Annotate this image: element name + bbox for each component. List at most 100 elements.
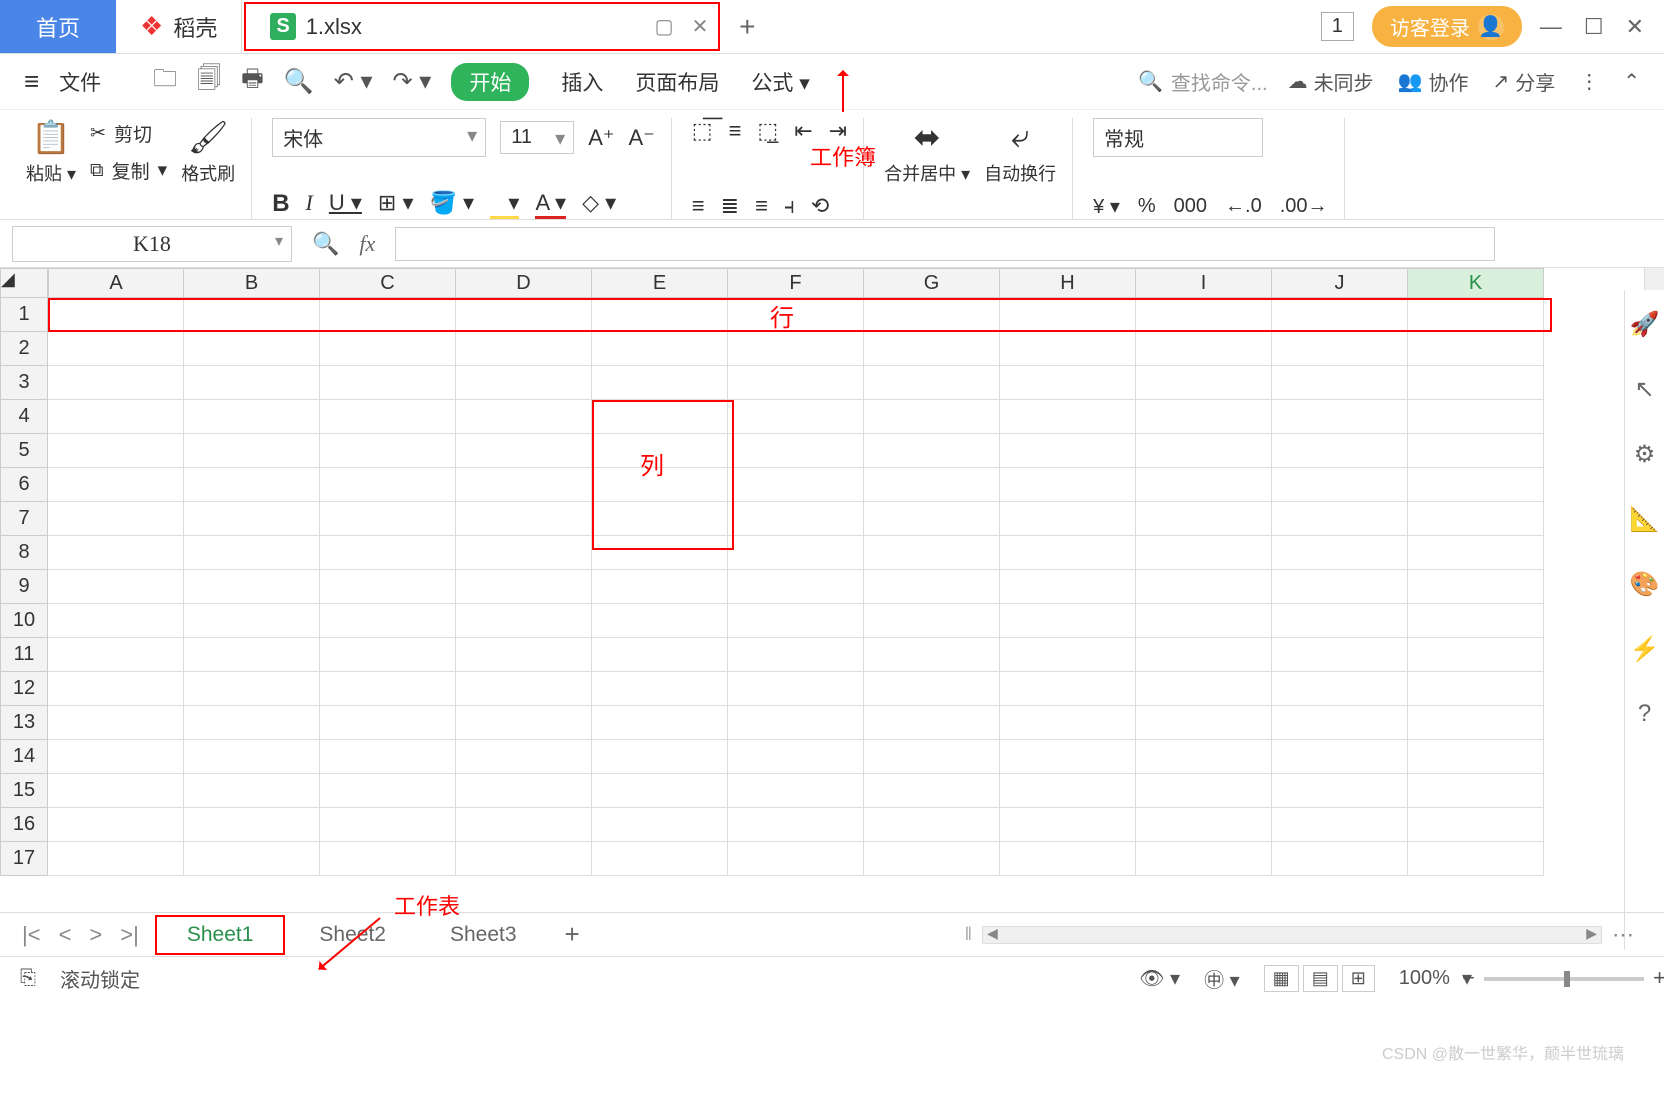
- eye-icon[interactable]: 👁 ▾: [1139, 966, 1180, 991]
- cell[interactable]: [864, 468, 1000, 502]
- cell[interactable]: [1136, 366, 1272, 400]
- cell[interactable]: [184, 570, 320, 604]
- cell[interactable]: [592, 638, 728, 672]
- add-tab-button[interactable]: +: [722, 0, 772, 53]
- name-box[interactable]: K18: [12, 226, 292, 262]
- cell[interactable]: [184, 638, 320, 672]
- thousands-button[interactable]: 000: [1174, 195, 1207, 218]
- cell[interactable]: [48, 468, 184, 502]
- cell[interactable]: [1000, 638, 1136, 672]
- cut-button[interactable]: ✂剪切: [90, 120, 167, 147]
- cell[interactable]: [320, 774, 456, 808]
- align-center-icon[interactable]: ≣: [721, 193, 739, 219]
- cell[interactable]: [864, 638, 1000, 672]
- cell[interactable]: [728, 638, 864, 672]
- zoom-control[interactable]: 100% ▾: [1399, 966, 1644, 991]
- cell[interactable]: [456, 434, 592, 468]
- cell[interactable]: [1408, 400, 1544, 434]
- cell[interactable]: [184, 672, 320, 706]
- cell[interactable]: [456, 740, 592, 774]
- cell[interactable]: [184, 536, 320, 570]
- cell[interactable]: [48, 706, 184, 740]
- cell[interactable]: [456, 774, 592, 808]
- cell[interactable]: [1272, 366, 1408, 400]
- cell[interactable]: [456, 570, 592, 604]
- js-icon[interactable]: ⎘: [20, 967, 36, 990]
- cell[interactable]: [1136, 298, 1272, 332]
- column-header-C[interactable]: C: [320, 268, 456, 298]
- row-header-11[interactable]: 11: [0, 638, 48, 672]
- wrap-text-button[interactable]: ⤶自动换行: [984, 118, 1056, 186]
- row-header-1[interactable]: 1: [0, 298, 48, 332]
- cell[interactable]: [1000, 536, 1136, 570]
- cell[interactable]: [1408, 332, 1544, 366]
- sheet-tab-2[interactable]: Sheet2: [289, 917, 416, 953]
- cell[interactable]: [728, 842, 864, 876]
- cell[interactable]: [456, 332, 592, 366]
- cell[interactable]: [48, 536, 184, 570]
- cell[interactable]: [456, 400, 592, 434]
- maximize-icon[interactable]: ☐: [1584, 14, 1604, 40]
- cell[interactable]: [1272, 468, 1408, 502]
- zoom-slider[interactable]: [1484, 977, 1644, 981]
- cell[interactable]: [592, 332, 728, 366]
- cell[interactable]: [1408, 570, 1544, 604]
- select-all-corner[interactable]: ◢: [0, 268, 48, 298]
- cell[interactable]: [320, 842, 456, 876]
- cell[interactable]: [456, 638, 592, 672]
- cell[interactable]: [1272, 434, 1408, 468]
- menu-formula[interactable]: 公式 ▾: [751, 67, 809, 97]
- cell[interactable]: [864, 298, 1000, 332]
- percent-button[interactable]: %: [1138, 195, 1156, 218]
- cell[interactable]: [1272, 774, 1408, 808]
- font-color-button[interactable]: A ▾: [535, 190, 566, 219]
- column-header-A[interactable]: A: [48, 268, 184, 298]
- cell[interactable]: [728, 400, 864, 434]
- collab-button[interactable]: 👥协作: [1398, 67, 1469, 96]
- cell[interactable]: [728, 468, 864, 502]
- format-painter-button[interactable]: 🖌格式刷: [181, 118, 235, 186]
- cell[interactable]: [1136, 468, 1272, 502]
- font-size-select[interactable]: 11: [500, 121, 574, 154]
- column-header-B[interactable]: B: [184, 268, 320, 298]
- copy-button[interactable]: ⧉复制 ▾: [90, 157, 167, 184]
- menu-file[interactable]: 文件: [59, 67, 101, 97]
- cell[interactable]: [1000, 468, 1136, 502]
- cell[interactable]: [864, 332, 1000, 366]
- cell[interactable]: [1136, 740, 1272, 774]
- rocket-icon[interactable]: 🚀: [1630, 310, 1660, 339]
- zoom-fx-icon[interactable]: 🔍: [312, 231, 339, 257]
- align-left-icon[interactable]: ≡: [692, 193, 705, 219]
- cell[interactable]: [728, 808, 864, 842]
- cell[interactable]: [48, 638, 184, 672]
- cell[interactable]: [1408, 604, 1544, 638]
- cell[interactable]: [1136, 332, 1272, 366]
- cell[interactable]: [864, 774, 1000, 808]
- distribute-icon[interactable]: ⫞: [784, 193, 795, 219]
- cell[interactable]: [184, 808, 320, 842]
- collapse-ribbon-icon[interactable]: ⌃: [1623, 69, 1640, 94]
- cell[interactable]: [320, 400, 456, 434]
- cell[interactable]: [728, 774, 864, 808]
- cell[interactable]: [1408, 468, 1544, 502]
- border-button[interactable]: ⊞ ▾: [378, 190, 414, 219]
- cell[interactable]: [728, 536, 864, 570]
- row-header-16[interactable]: 16: [0, 808, 48, 842]
- close-tab-icon[interactable]: ✕: [692, 14, 709, 39]
- cell[interactable]: [1000, 706, 1136, 740]
- cell[interactable]: [1136, 774, 1272, 808]
- palette-icon[interactable]: 🎨: [1630, 570, 1660, 599]
- cell[interactable]: [1272, 502, 1408, 536]
- cell[interactable]: [456, 842, 592, 876]
- cell[interactable]: [592, 502, 728, 536]
- cell[interactable]: [320, 332, 456, 366]
- cell[interactable]: [864, 434, 1000, 468]
- cell[interactable]: [1000, 808, 1136, 842]
- cell[interactable]: [592, 298, 728, 332]
- cell[interactable]: [1000, 400, 1136, 434]
- cell[interactable]: [184, 366, 320, 400]
- sheet-first-icon[interactable]: |<: [22, 922, 41, 948]
- cell[interactable]: [184, 298, 320, 332]
- cell[interactable]: [864, 808, 1000, 842]
- cell[interactable]: [1408, 638, 1544, 672]
